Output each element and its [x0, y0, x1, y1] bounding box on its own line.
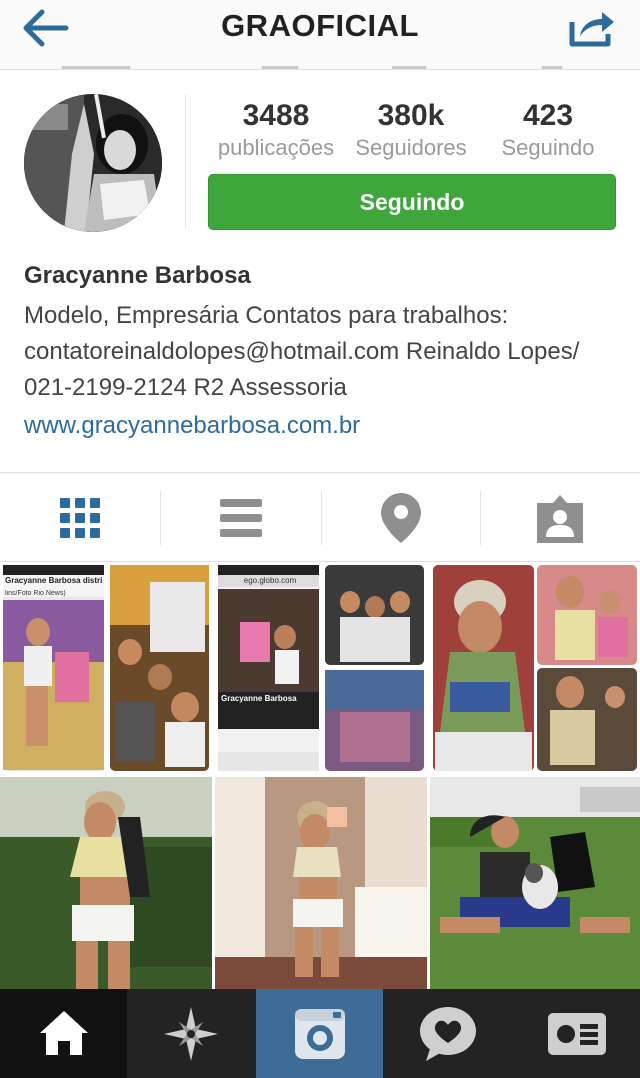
compass-star-icon	[164, 1007, 218, 1061]
stat-followers[interactable]: 380k Seguidores	[346, 98, 476, 162]
followers-count: 380k	[377, 99, 445, 132]
thumb-name: Gracyanne Barbosa	[221, 694, 297, 703]
photo-thumbnail	[430, 777, 640, 989]
thumb-caption: lins/Foto Rio News)	[5, 590, 66, 597]
grid-icon	[60, 498, 100, 538]
posts-label: publicações	[217, 135, 335, 160]
stat-following[interactable]: 423 Seguindo	[488, 98, 608, 162]
profile-bio: Modelo, Empresária Contatos para trabalh…	[24, 302, 580, 401]
top-nav-bar: GRAOFICIAL	[0, 0, 640, 70]
tagged-person-icon	[537, 495, 583, 543]
followers-label: Seguidores	[355, 135, 467, 160]
map-pin-icon	[381, 493, 421, 543]
grid-photo-1[interactable]: Gracyanne Barbosa distribui br... lins/F…	[0, 562, 212, 774]
bottom-tab-bar	[0, 989, 640, 1078]
grid-photo-5[interactable]	[215, 777, 427, 989]
following-count: 423	[522, 99, 574, 132]
activity-heart-icon	[420, 1007, 476, 1061]
photo-thumbnail	[0, 777, 212, 989]
following-label: Seguindo	[501, 135, 595, 160]
home-icon	[40, 1011, 88, 1055]
nav-underline-marks	[0, 66, 640, 70]
thumb-url: ego.globo.com	[243, 576, 297, 585]
tab-explore[interactable]	[128, 989, 255, 1078]
following-button[interactable]: Seguindo	[208, 174, 616, 230]
grid-photo-3[interactable]	[430, 562, 640, 774]
photo-collage-thumbnail	[218, 565, 424, 771]
camera-icon	[295, 1009, 345, 1059]
tab-list-view[interactable]	[161, 473, 321, 563]
share-icon[interactable]	[566, 6, 618, 48]
thumb-headline: Gracyanne Barbosa distribui br...	[5, 576, 102, 585]
profile-website-link[interactable]: www.gracyannebarbosa.com.br	[24, 412, 360, 440]
photo-thumbnail	[215, 777, 427, 989]
photo-collage-thumbnail	[433, 565, 637, 771]
tab-home[interactable]	[0, 989, 127, 1078]
grid-photo-4[interactable]	[0, 777, 212, 989]
posts-count: 3488	[242, 99, 310, 132]
tab-camera[interactable]	[256, 989, 383, 1078]
grid-photo-2[interactable]: ego.globo.com Gracyanne Barbosa	[215, 562, 427, 774]
tab-profile[interactable]	[512, 989, 640, 1078]
tab-activity[interactable]	[384, 989, 511, 1078]
tab-tagged-view[interactable]	[481, 473, 640, 563]
list-icon	[220, 499, 262, 537]
header-divider	[185, 94, 186, 228]
profile-full-name: Gracyanne Barbosa	[24, 262, 251, 289]
photo-grid: Gracyanne Barbosa distribui br... lins/F…	[0, 562, 640, 989]
stat-posts[interactable]: 3488 publicações	[206, 98, 346, 162]
profile-card-icon	[548, 1013, 606, 1055]
page-title: GRAOFICIAL	[221, 8, 419, 43]
profile-view-tabs	[0, 472, 640, 562]
grid-photo-6[interactable]	[430, 777, 640, 989]
avatar[interactable]	[24, 94, 162, 232]
tab-map-view[interactable]	[322, 473, 480, 563]
tab-grid-view[interactable]	[0, 473, 160, 563]
